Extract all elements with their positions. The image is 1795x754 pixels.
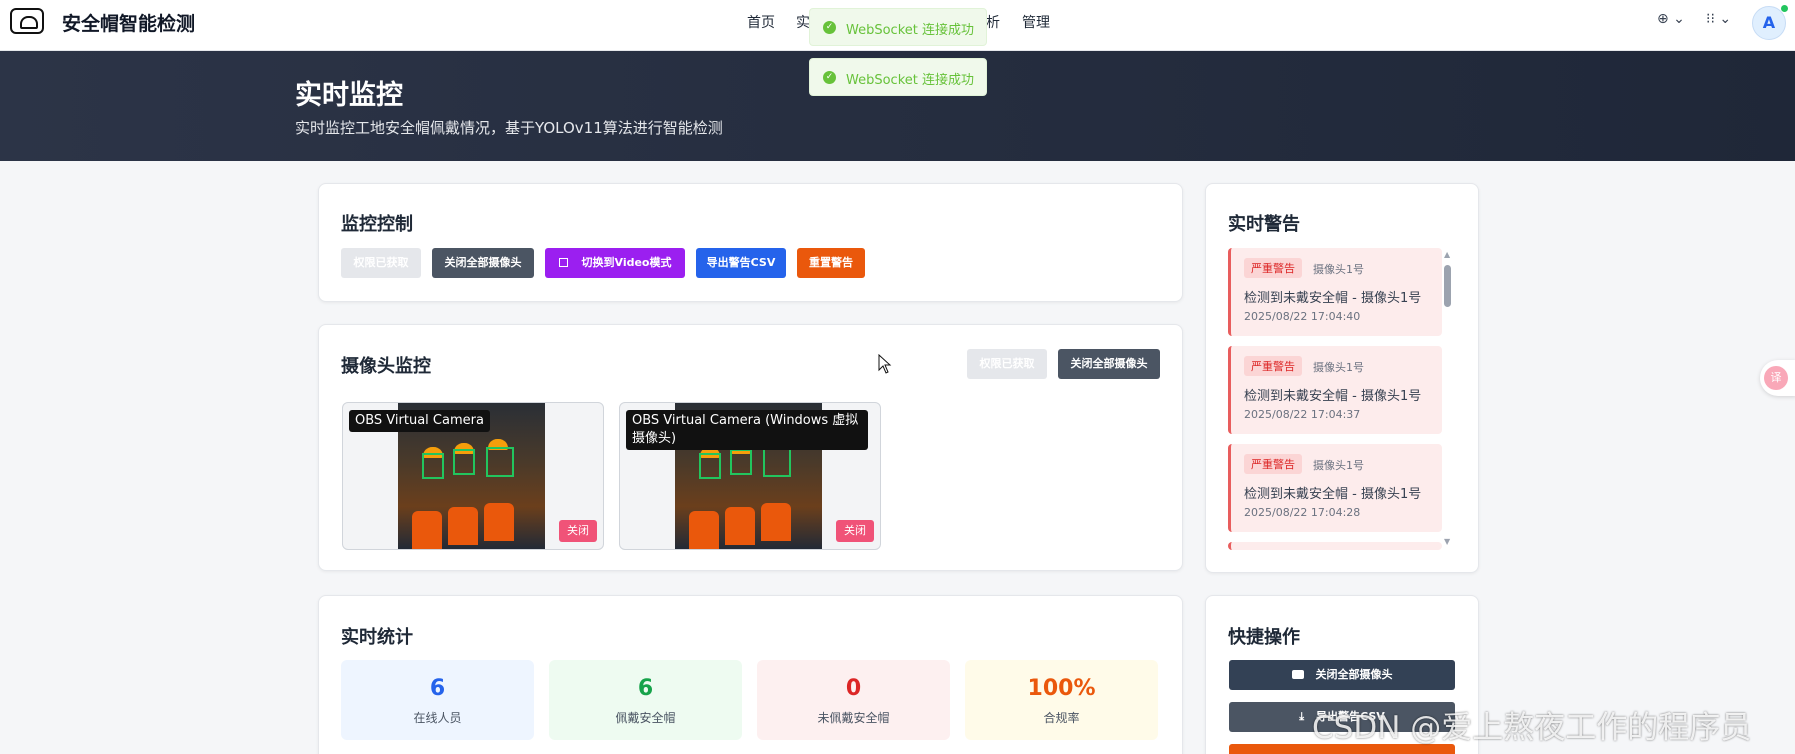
page-title: 实时监控 <box>295 80 403 111</box>
detection-box <box>422 453 444 479</box>
detection-box <box>730 449 752 475</box>
stat-wearing: 6 佩戴安全帽 <box>549 660 742 740</box>
alert-item[interactable]: 严重警告 摄像头1号 检测到未戴安全帽 - 摄像头1号 2025/08/22 1… <box>1228 346 1442 434</box>
success-icon: ✓ <box>823 21 836 34</box>
stat-online: 6 在线人员 <box>341 660 534 740</box>
alert-message: 检测到未戴安全帽 - 摄像头1号 <box>1244 487 1422 502</box>
stat-compliance: 100% 合规率 <box>965 660 1158 740</box>
close-all-cameras-button[interactable]: 关闭全部摄像头 <box>432 248 534 278</box>
online-status-dot <box>1781 5 1788 12</box>
stat-not-wearing: 0 未佩戴安全帽 <box>757 660 950 740</box>
stat-label: 佩戴安全帽 <box>615 711 676 725</box>
camera-close-button[interactable]: 关闭 <box>559 520 597 542</box>
severity-badge: 严重警告 <box>1244 258 1302 278</box>
quick-ops-title: 快捷操作 <box>1228 627 1300 648</box>
language-switch-icon[interactable]: ⊕ ⌄ <box>1657 11 1685 27</box>
download-icon: ⤓ <box>1299 710 1305 723</box>
stat-label: 未佩戴安全帽 <box>817 711 890 725</box>
page-subtitle: 实时监控工地安全帽佩戴情况，基于YOLOv11算法进行智能检测 <box>295 119 723 137</box>
apps-menu-icon[interactable]: ⁝⁝ ⌄ <box>1706 11 1731 27</box>
alert-source: 摄像头1号 <box>1313 361 1364 374</box>
camera-icon <box>1291 670 1304 679</box>
camera-close-button[interactable]: 关闭 <box>836 520 874 542</box>
camera-tile[interactable]: OBS Virtual Camera 关闭 <box>342 402 604 550</box>
avatar[interactable]: A <box>1752 6 1786 40</box>
nav-link-home[interactable]: 首页 <box>747 12 775 32</box>
nav-link-admin[interactable]: 管理 <box>1022 12 1050 32</box>
alert-item[interactable]: 严重警告 摄像头1号 检测到未戴安全帽 - 摄像头1号 2025/08/22 1… <box>1228 248 1442 336</box>
detection-box <box>763 447 791 477</box>
control-card: 监控控制 权限已获取 关闭全部摄像头 切换到Video模式 导出警告CSV 重置… <box>318 183 1183 302</box>
camera-card: 摄像头监控 权限已获取 关闭全部摄像头 OBS Virtual Camera 关… <box>318 324 1183 571</box>
alert-source: 摄像头1号 <box>1313 459 1364 472</box>
alert-item-partial <box>1228 542 1442 550</box>
stat-label: 合规率 <box>1043 711 1080 725</box>
toast-message: ✓ WebSocket 连接成功 <box>809 8 987 46</box>
image-icon <box>558 258 568 267</box>
stat-value: 100% <box>1027 676 1096 701</box>
nav-link-realtime[interactable]: 实 <box>796 12 810 32</box>
camera-tile[interactable]: OBS Virtual Camera (Windows 虚拟摄像头) 关闭 <box>619 402 881 550</box>
switch-video-mode-button[interactable]: 切换到Video模式 <box>545 248 685 278</box>
quick-close-label: 关闭全部摄像头 <box>1315 668 1393 681</box>
nav-link-analysis[interactable]: 析 <box>986 12 1000 32</box>
quick-close-cameras-button[interactable]: 关闭全部摄像头 <box>1229 660 1455 690</box>
success-icon: ✓ <box>823 71 836 84</box>
stat-value: 6 <box>429 676 446 701</box>
stat-value: 0 <box>845 676 862 701</box>
alert-time: 2025/08/22 17:04:28 <box>1244 506 1361 519</box>
toast-message: ✓ WebSocket 连接成功 <box>809 58 987 96</box>
toast-text: WebSocket 连接成功 <box>846 73 974 88</box>
scroll-down-icon[interactable]: ▼ <box>1444 537 1450 546</box>
alert-time: 2025/08/22 17:04:40 <box>1244 310 1361 323</box>
brand-title[interactable]: 安全帽智能检测 <box>62 9 195 36</box>
severity-badge: 严重警告 <box>1244 454 1302 474</box>
camera-name: OBS Virtual Camera (Windows 虚拟摄像头) <box>626 410 868 450</box>
stats-title: 实时统计 <box>341 627 413 648</box>
control-title: 监控控制 <box>341 214 413 235</box>
detection-box <box>699 453 721 479</box>
detection-box <box>486 447 514 477</box>
camera-close-all-button[interactable]: 关闭全部摄像头 <box>1058 349 1160 379</box>
camera-title: 摄像头监控 <box>341 356 431 377</box>
alerts-title: 实时警告 <box>1228 214 1300 235</box>
mouse-cursor-icon <box>878 354 892 374</box>
alert-time: 2025/08/22 17:04:37 <box>1244 408 1361 421</box>
toast-text: WebSocket 连接成功 <box>846 23 974 38</box>
permission-granted-button[interactable]: 权限已获取 <box>341 248 421 278</box>
watermark: CSDN @爱上熬夜工作的程序员 <box>1312 710 1752 746</box>
stat-label: 在线人员 <box>413 711 462 725</box>
stat-value: 6 <box>637 676 654 701</box>
reset-alerts-button[interactable]: 重置警告 <box>797 248 865 278</box>
severity-badge: 严重警告 <box>1244 356 1302 376</box>
camera-name: OBS Virtual Camera <box>349 410 490 432</box>
alert-message: 检测到未戴安全帽 - 摄像头1号 <box>1244 291 1422 306</box>
alert-item[interactable]: 严重警告 摄像头1号 检测到未戴安全帽 - 摄像头1号 2025/08/22 1… <box>1228 444 1442 532</box>
alerts-scrollbar[interactable] <box>1444 265 1451 307</box>
alert-source: 摄像头1号 <box>1313 263 1364 276</box>
detection-box <box>453 449 475 475</box>
alert-message: 检测到未戴安全帽 - 摄像头1号 <box>1244 389 1422 404</box>
logo-icon[interactable] <box>10 8 44 34</box>
scroll-up-icon[interactable]: ▲ <box>1444 250 1450 259</box>
translate-widget[interactable]: 译 <box>1760 360 1795 396</box>
export-csv-button[interactable]: 导出警告CSV <box>696 248 786 278</box>
switch-video-label: 切换到Video模式 <box>581 256 672 269</box>
camera-permission-button[interactable]: 权限已获取 <box>967 349 1047 379</box>
translate-icon: 译 <box>1764 366 1788 390</box>
